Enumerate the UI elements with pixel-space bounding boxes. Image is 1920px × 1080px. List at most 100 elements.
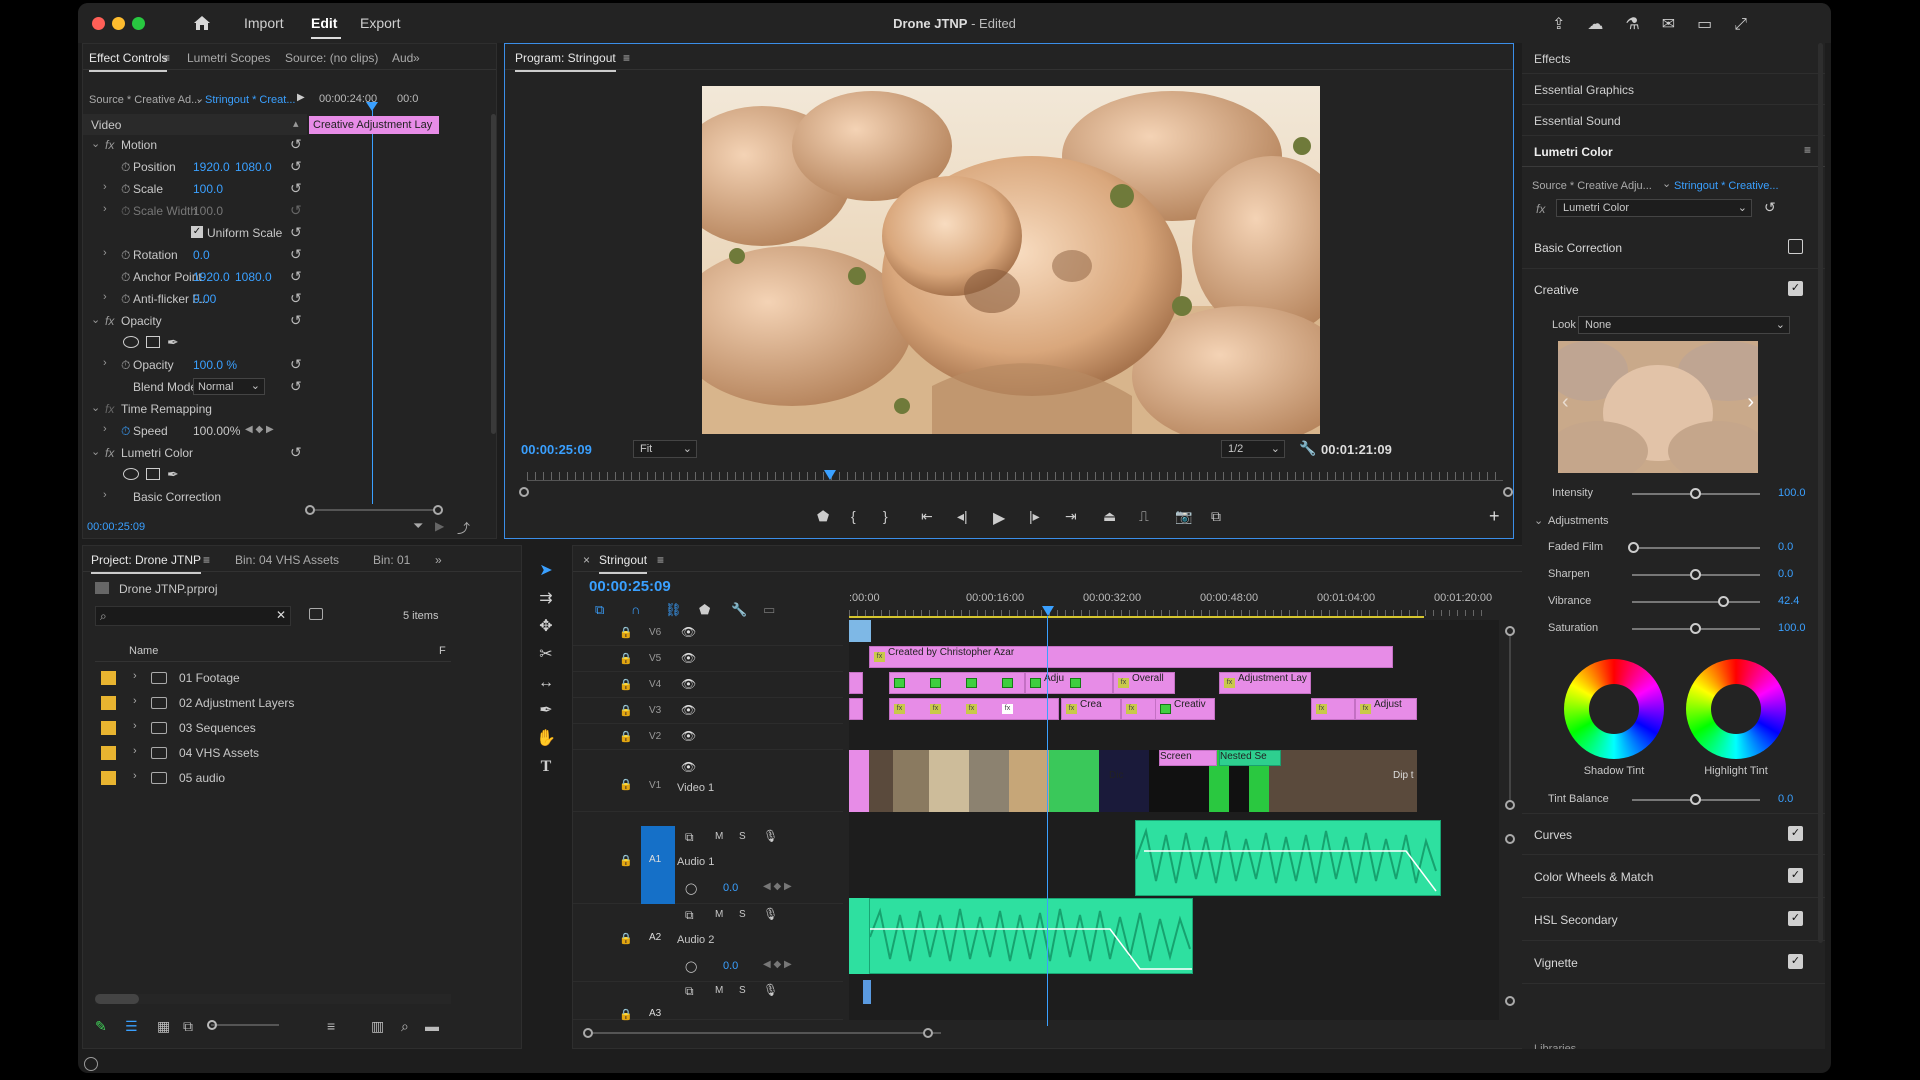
name-column-header[interactable]: Name	[129, 645, 158, 657]
hsl-secondary-section[interactable]: HSL Secondary ✓	[1522, 899, 1825, 941]
v3-adjust-clip[interactable]: fx Adjust	[1355, 698, 1417, 720]
lock-icon[interactable]: 🔒	[619, 652, 633, 665]
essential-graphics-header[interactable]: Essential Graphics	[1522, 74, 1825, 105]
project-item[interactable]: › 02 Adjustment Layers	[95, 691, 451, 715]
clear-search-icon[interactable]: ✕	[276, 608, 286, 622]
vibrance-slider[interactable]	[1632, 601, 1760, 603]
panel-icon[interactable]: ▭	[1697, 16, 1734, 33]
vibrance-knob[interactable]	[1718, 596, 1729, 607]
video-track-header[interactable]: 🔒 V3 👁	[573, 698, 843, 724]
track-select-tool-icon[interactable]: ⇉	[534, 587, 558, 611]
vscroll-handle[interactable]	[1505, 626, 1515, 636]
disclosure-icon[interactable]: ⌄	[91, 401, 100, 414]
collapse-icon[interactable]: ▴	[293, 117, 299, 130]
timeline-zoom-right[interactable]	[923, 1028, 933, 1038]
video-tracks-vscroll[interactable]	[1509, 626, 1511, 806]
timeline-timecode[interactable]: 00:00:25:09	[589, 578, 671, 595]
vibrance-value[interactable]: 42.4	[1778, 595, 1799, 607]
anchor-y-value[interactable]: 1080.0	[235, 270, 272, 284]
antiflicker-value[interactable]: 0.00	[193, 292, 216, 306]
look-preview[interactable]: ‹ ›	[1558, 341, 1758, 473]
creative-section-header[interactable]: Creative ✓	[1522, 269, 1825, 311]
stopwatch-icon[interactable]: ⏱	[121, 270, 130, 285]
project-item[interactable]: › 05 audio	[95, 766, 451, 790]
v6-clip[interactable]	[849, 620, 871, 642]
program-title[interactable]: Program: Stringout	[515, 51, 616, 72]
effects-panel-header[interactable]: Effects	[1522, 43, 1825, 74]
disclosure-icon[interactable]: ›	[103, 247, 107, 259]
video-track-header[interactable]: 🔒 V4 👁	[573, 672, 843, 698]
solo-button[interactable]: S	[739, 985, 746, 996]
shadow-tint-wheel[interactable]	[1564, 659, 1664, 759]
program-zoom-handle-left[interactable]	[519, 487, 529, 497]
menu-icon[interactable]: ≡	[623, 51, 630, 65]
reset-icon[interactable]: ↺	[290, 224, 302, 241]
ec-zoom-scroll[interactable]	[307, 509, 437, 511]
track-id[interactable]: V2	[649, 731, 661, 742]
zoom-slider[interactable]	[211, 1024, 279, 1026]
eye-icon[interactable]: 👁	[681, 625, 696, 639]
track-id[interactable]: A1	[641, 826, 675, 904]
menu-icon[interactable]: ≡	[657, 553, 664, 567]
v3-crea-clip[interactable]: fx Crea	[1061, 698, 1121, 720]
stopwatch-icon[interactable]: ⏱	[121, 160, 130, 175]
vscroll-handle[interactable]	[1505, 834, 1515, 844]
tab-audio[interactable]: Aud	[392, 51, 413, 65]
eye-icon[interactable]: 👁	[681, 651, 696, 665]
a2-audio-clip[interactable]	[869, 898, 1193, 974]
solo-button[interactable]: S	[739, 909, 746, 920]
reset-icon[interactable]: ↺	[290, 158, 302, 175]
color-wheels-checkbox[interactable]: ✓	[1788, 868, 1803, 883]
ec-scrollbar[interactable]	[491, 114, 496, 434]
lock-icon[interactable]: 🔒	[619, 678, 633, 691]
microphone-icon[interactable]: 🎙	[763, 829, 778, 843]
comment-icon[interactable]: ✉	[1662, 16, 1697, 33]
v4-clip-group[interactable]	[889, 672, 1025, 694]
fit-select[interactable]: Fit ⌄	[633, 440, 697, 458]
expand-icon[interactable]: ›	[133, 745, 137, 757]
sequence-clip-label[interactable]: Stringout * Creat...	[205, 94, 296, 106]
project-item[interactable]: › 04 VHS Assets	[95, 741, 451, 765]
mark-in-icon[interactable]: {	[851, 508, 856, 524]
basic-correction-checkbox[interactable]	[1788, 239, 1803, 254]
curves-checkbox[interactable]: ✓	[1788, 826, 1803, 841]
v5-title-clip[interactable]: fx Created by Christopher Azar	[869, 646, 1393, 668]
lift-icon[interactable]: ⏏	[1103, 508, 1116, 525]
libraries-label[interactable]: Libraries	[1534, 1043, 1576, 1049]
ec-timecode[interactable]: 00:00:25:09	[87, 521, 145, 533]
f-column-header[interactable]: F	[439, 645, 446, 657]
expand-icon[interactable]: ›	[133, 770, 137, 782]
cloud-icon[interactable]: ☁	[1587, 16, 1625, 33]
audio-track-header[interactable]: 🔒 A3 ⧉ M S 🎙	[573, 980, 843, 1021]
disclosure-icon[interactable]: ›	[103, 489, 107, 501]
v3-clip-group[interactable]: fx fx fx fx	[889, 698, 1059, 720]
v3-clip-late[interactable]: fx	[1311, 698, 1355, 720]
faded-film-slider[interactable]	[1632, 547, 1760, 549]
right-sidebar-scrollbar[interactable]	[1818, 43, 1823, 943]
color-wheels-section[interactable]: Color Wheels & Match ✓	[1522, 856, 1825, 898]
stopwatch-icon[interactable]: ⏱	[121, 424, 130, 439]
snap-icon[interactable]: ∩	[631, 602, 640, 617]
ellipse-mask-icon[interactable]	[123, 468, 139, 480]
intensity-value[interactable]: 100.0	[1778, 487, 1806, 499]
list-view-icon[interactable]: ☰	[125, 1018, 138, 1035]
creative-checkbox[interactable]: ✓	[1788, 281, 1803, 296]
adjustments-title[interactable]: Adjustments	[1548, 515, 1609, 527]
fx-icon[interactable]: fx	[1536, 202, 1545, 216]
track-id[interactable]: V3	[649, 705, 661, 716]
eye-icon[interactable]: 👁	[681, 703, 696, 717]
audio-track-header[interactable]: 🔒 A2 ⧉ M S 🎙 Audio 2 ◯ 0.0 ◀ ◆ ▶	[573, 904, 843, 982]
expand-icon[interactable]: ›	[133, 695, 137, 707]
selection-tool-icon[interactable]: ➤	[534, 559, 558, 583]
volume-value[interactable]: 0.0	[723, 882, 738, 894]
reset-icon[interactable]: ↺	[290, 312, 302, 329]
play-audio-icon[interactable]: ▶	[435, 519, 444, 533]
track-id[interactable]: V1	[649, 780, 661, 791]
program-timecode[interactable]: 00:00:25:09	[521, 442, 592, 457]
new-search-bin-icon[interactable]	[309, 608, 323, 620]
highlight-tint-wheel[interactable]	[1686, 659, 1786, 759]
blend-mode-select[interactable]: Normal ⌄	[193, 378, 265, 395]
close-sequence-icon[interactable]: ×	[583, 553, 590, 567]
ellipse-mask-icon[interactable]	[123, 336, 139, 348]
disclosure-icon[interactable]: ⌄	[91, 313, 100, 326]
